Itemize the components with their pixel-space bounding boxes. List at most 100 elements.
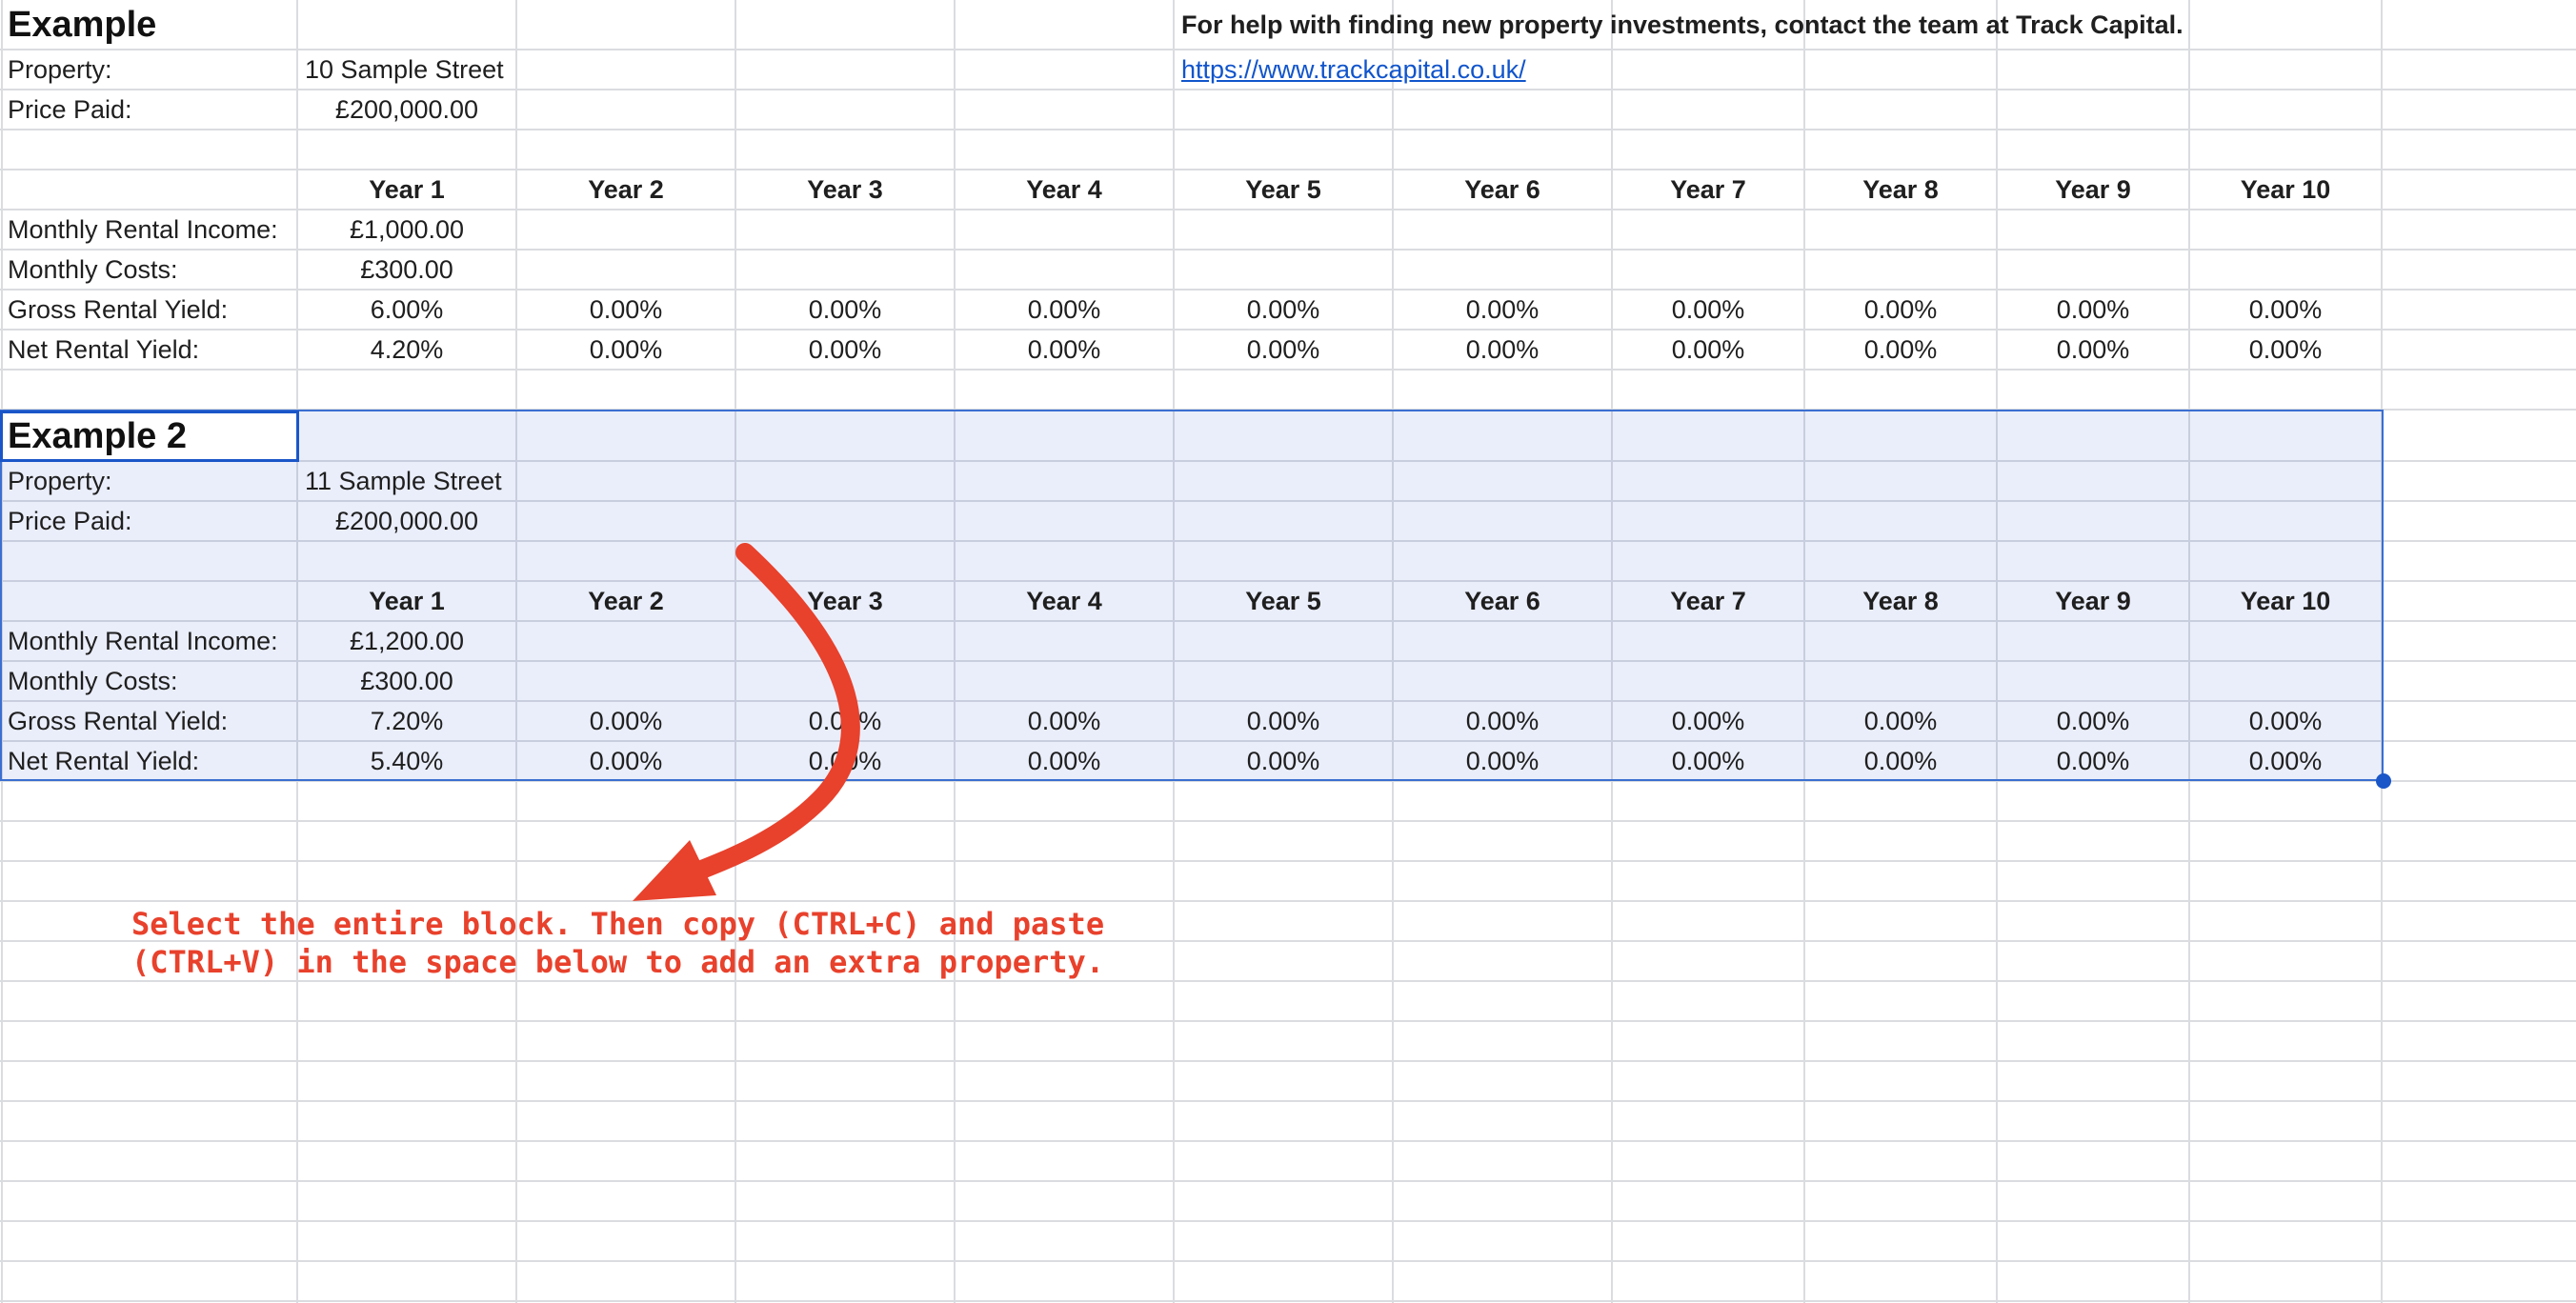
property-value-cell[interactable]: 10 Sample Street	[297, 50, 583, 90]
year-header-cell[interactable]: Year 3	[735, 170, 955, 210]
year-header-cell[interactable]: Year 2	[516, 170, 735, 210]
instruction-note: Select the entire block. Then copy (CTRL…	[131, 905, 1104, 981]
year-header-cell[interactable]: Year 4	[955, 581, 1174, 621]
year-header-cell[interactable]: Year 6	[1393, 581, 1612, 621]
year-header-cell[interactable]: Year 10	[2189, 170, 2382, 210]
gross-yield-label-cell[interactable]: Gross Rental Yield:	[0, 290, 297, 330]
year-header-cell[interactable]: Year 6	[1393, 170, 1612, 210]
year-header-cell[interactable]: Year 4	[955, 170, 1174, 210]
gross-yield-cell[interactable]: 0.00%	[955, 701, 1174, 741]
monthly-costs-label-cell[interactable]: Monthly Costs:	[0, 250, 297, 290]
monthly-income-value-cell[interactable]: £1,200.00	[297, 621, 516, 661]
monthly-costs-value-cell[interactable]: £300.00	[297, 661, 516, 701]
price-paid-label-cell[interactable]: Price Paid:	[0, 90, 297, 130]
gross-yield-cell[interactable]: 0.00%	[2189, 290, 2382, 330]
net-yield-cell[interactable]: 0.00%	[1393, 741, 1612, 781]
net-yield-label-cell[interactable]: Net Rental Yield:	[0, 741, 297, 781]
property-value-cell[interactable]: 11 Sample Street	[297, 461, 583, 501]
price-paid-label-cell[interactable]: Price Paid:	[0, 501, 297, 541]
block-2-property-row: Property: 11 Sample Street	[0, 461, 2576, 501]
gross-yield-cell[interactable]: 0.00%	[1997, 290, 2189, 330]
gross-yield-cell[interactable]: 0.00%	[955, 290, 1174, 330]
gross-yield-cell[interactable]: 0.00%	[1174, 701, 1393, 741]
block-title-cell[interactable]: Example 2	[0, 411, 297, 461]
year-header-cell[interactable]: Year 1	[297, 581, 516, 621]
gross-yield-cell[interactable]: 0.00%	[735, 701, 955, 741]
gross-yield-cell[interactable]: 0.00%	[2189, 701, 2382, 741]
year-header-cell[interactable]: Year 7	[1612, 581, 1804, 621]
net-yield-cell[interactable]: 0.00%	[955, 741, 1174, 781]
gross-yield-cell[interactable]: 0.00%	[1804, 290, 1997, 330]
price-paid-value-cell[interactable]: £200,000.00	[297, 501, 516, 541]
gross-yield-cell[interactable]: 0.00%	[735, 290, 955, 330]
net-yield-cell[interactable]: 0.00%	[1393, 330, 1612, 370]
block-2-income-row: Monthly Rental Income: £1,200.00	[0, 621, 2576, 661]
net-yield-cell[interactable]: 0.00%	[955, 330, 1174, 370]
net-yield-cell[interactable]: 0.00%	[1174, 741, 1393, 781]
block-2-costs-row: Monthly Costs: £300.00	[0, 661, 2576, 701]
year-header-cell[interactable]: Year 1	[297, 170, 516, 210]
net-yield-cell[interactable]: 0.00%	[1997, 330, 2189, 370]
fill-handle[interactable]	[2376, 773, 2391, 789]
monthly-costs-label-cell[interactable]: Monthly Costs:	[0, 661, 297, 701]
gross-yield-cell[interactable]: 0.00%	[1393, 701, 1612, 741]
gross-yield-cell[interactable]: 0.00%	[516, 290, 735, 330]
help-text-cell[interactable]: For help with finding new property inves…	[1174, 0, 2507, 50]
gross-yield-cell[interactable]: 0.00%	[1612, 290, 1804, 330]
gross-yield-cell[interactable]: 0.00%	[1997, 701, 2189, 741]
gross-yield-cell[interactable]: 0.00%	[516, 701, 735, 741]
net-yield-cell[interactable]: 0.00%	[1612, 330, 1804, 370]
net-yield-cell[interactable]: 0.00%	[1804, 741, 1997, 781]
year-header-cell[interactable]: Year 10	[2189, 581, 2382, 621]
year-header-cell[interactable]: Year 5	[1174, 581, 1393, 621]
block-1-net-row: Net Rental Yield: 4.20% 0.00% 0.00% 0.00…	[0, 330, 2576, 370]
block-title-cell[interactable]: Example	[0, 0, 297, 50]
block-2-net-row: Net Rental Yield: 5.40% 0.00% 0.00% 0.00…	[0, 741, 2576, 781]
net-yield-cell[interactable]: 0.00%	[516, 741, 735, 781]
net-yield-cell[interactable]: 0.00%	[735, 741, 955, 781]
net-yield-cell[interactable]: 0.00%	[1612, 741, 1804, 781]
net-yield-cell[interactable]: 0.00%	[516, 330, 735, 370]
monthly-income-value-cell[interactable]: £1,000.00	[297, 210, 516, 250]
year-header-cell[interactable]: Year 3	[735, 581, 955, 621]
net-yield-cell[interactable]: 0.00%	[2189, 741, 2382, 781]
year-header-cell[interactable]: Year 8	[1804, 170, 1997, 210]
net-yield-cell[interactable]: 0.00%	[1804, 330, 1997, 370]
block-2-gross-row: Gross Rental Yield: 7.20% 0.00% 0.00% 0.…	[0, 701, 2576, 741]
net-yield-cell[interactable]: 4.20%	[297, 330, 516, 370]
gross-yield-label-cell[interactable]: Gross Rental Yield:	[0, 701, 297, 741]
help-link[interactable]: https://www.trackcapital.co.uk/	[1174, 50, 1612, 90]
year-header-cell[interactable]: Year 8	[1804, 581, 1997, 621]
net-yield-cell[interactable]: 0.00%	[1997, 741, 2189, 781]
property-label-cell[interactable]: Property:	[0, 50, 297, 90]
block-2-title-row: Example 2	[0, 411, 2576, 461]
net-yield-cell[interactable]: 0.00%	[1174, 330, 1393, 370]
spreadsheet-grid[interactable]: Example For help with finding new proper…	[0, 0, 2576, 1303]
block-1-costs-row: Monthly Costs: £300.00	[0, 250, 2576, 290]
year-header-cell[interactable]: Year 2	[516, 581, 735, 621]
block-1-property-row: Property: 10 Sample Street https://www.t…	[0, 50, 2576, 90]
year-header-cell[interactable]: Year 7	[1612, 170, 1804, 210]
gross-yield-cell[interactable]: 7.20%	[297, 701, 516, 741]
net-yield-cell[interactable]: 0.00%	[2189, 330, 2382, 370]
gross-yield-cell[interactable]: 0.00%	[1804, 701, 1997, 741]
net-yield-label-cell[interactable]: Net Rental Yield:	[0, 330, 297, 370]
monthly-costs-value-cell[interactable]: £300.00	[297, 250, 516, 290]
year-header-cell[interactable]: Year 9	[1997, 170, 2189, 210]
gross-yield-cell[interactable]: 0.00%	[1393, 290, 1612, 330]
year-header-cell[interactable]: Year 9	[1997, 581, 2189, 621]
net-yield-cell[interactable]: 0.00%	[735, 330, 955, 370]
instruction-line-2: (CTRL+V) in the space below to add an ex…	[131, 944, 1105, 980]
gross-yield-cell[interactable]: 6.00%	[297, 290, 516, 330]
net-yield-cell[interactable]: 5.40%	[297, 741, 516, 781]
year-header-cell[interactable]: Year 5	[1174, 170, 1393, 210]
monthly-income-label-cell[interactable]: Monthly Rental Income:	[0, 621, 297, 661]
price-paid-value-cell[interactable]: £200,000.00	[297, 90, 516, 130]
instruction-line-1: Select the entire block. Then copy (CTRL…	[131, 906, 1105, 942]
property-label-cell[interactable]: Property:	[0, 461, 297, 501]
block-1-gross-row: Gross Rental Yield: 6.00% 0.00% 0.00% 0.…	[0, 290, 2576, 330]
gross-yield-cell[interactable]: 0.00%	[1612, 701, 1804, 741]
monthly-income-label-cell[interactable]: Monthly Rental Income:	[0, 210, 297, 250]
block-1-income-row: Monthly Rental Income: £1,000.00	[0, 210, 2576, 250]
gross-yield-cell[interactable]: 0.00%	[1174, 290, 1393, 330]
